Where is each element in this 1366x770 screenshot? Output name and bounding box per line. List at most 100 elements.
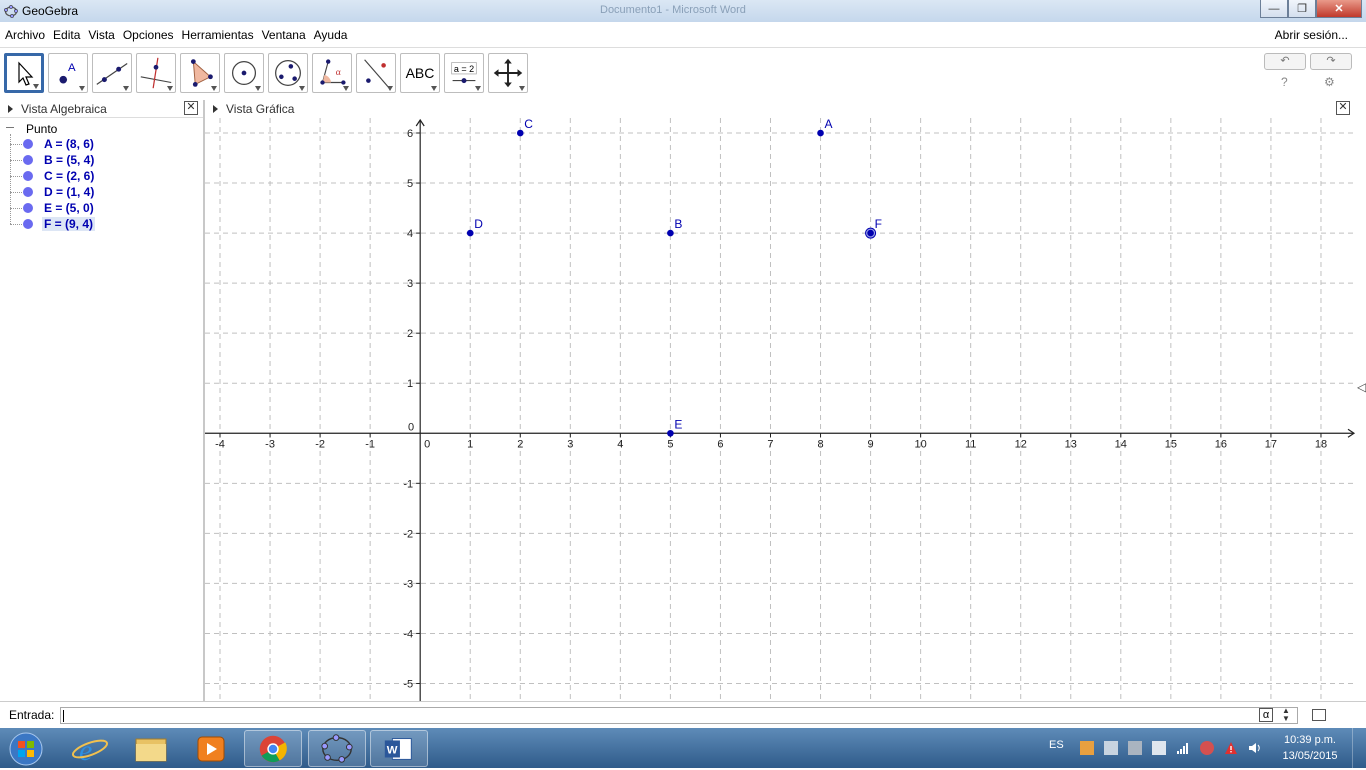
history-updown-icon[interactable]: ▲▼ [1282, 707, 1290, 723]
x-tick-label: 4 [617, 438, 623, 450]
settings-gear-icon[interactable]: ⚙ [1324, 75, 1335, 89]
toolbar: A α ABC a = 2 ↶ ↷ ? ⚙ [0, 48, 1366, 100]
algebra-item-e[interactable]: E = (5, 0) [10, 201, 94, 215]
visibility-dot-icon[interactable] [23, 219, 33, 229]
show-desktop-button[interactable] [1352, 728, 1366, 768]
collapse-icon[interactable] [6, 127, 14, 128]
tray-network-icon[interactable] [1104, 741, 1118, 755]
svg-text:W: W [387, 745, 398, 757]
menu-ayuda[interactable]: Ayuda [310, 28, 352, 42]
word-icon[interactable]: W [370, 730, 428, 767]
file-explorer-icon[interactable] [122, 730, 180, 767]
point-c[interactable] [517, 130, 524, 137]
x-tick-label: 8 [817, 438, 823, 450]
redo-button[interactable]: ↷ [1310, 53, 1352, 70]
move-tool[interactable] [4, 53, 44, 93]
ellipse-tool[interactable] [268, 53, 308, 93]
point-e[interactable] [667, 430, 674, 437]
y-tick-label: -4 [403, 628, 413, 640]
text-tool[interactable]: ABC [400, 53, 440, 93]
background-window-title: Documento1 - Microsoft Word [600, 4, 746, 16]
tray-app-icon[interactable] [1080, 741, 1094, 755]
graphics-view[interactable]: -4-3-2-101234567891011121314151617186543… [205, 118, 1356, 701]
algebra-view-header: Vista Algebraica ✕ [0, 100, 204, 118]
geogebra-icon[interactable] [308, 730, 366, 767]
signal-icon[interactable] [1176, 741, 1190, 755]
slider-label: a = 2 [445, 64, 483, 74]
angle-tool[interactable]: α [312, 53, 352, 93]
visibility-dot-icon[interactable] [23, 139, 33, 149]
algebra-view-title: Vista Algebraica [21, 102, 107, 116]
tray-display-icon[interactable] [1128, 741, 1142, 755]
x-tick-label: 18 [1315, 438, 1327, 450]
y-tick-label: 6 [407, 128, 413, 140]
close-button[interactable]: ✕ [1316, 0, 1362, 18]
minimize-button[interactable]: — [1260, 0, 1288, 18]
visibility-dot-icon[interactable] [23, 187, 33, 197]
undo-button[interactable]: ↶ [1264, 53, 1306, 70]
menu-bar: Archivo Edita Vista Opciones Herramienta… [0, 22, 1366, 48]
tray-device-icon[interactable] [1152, 741, 1166, 755]
y-tick-label: 2 [407, 328, 413, 340]
y-tick-label: -1 [403, 478, 413, 490]
menu-ventana[interactable]: Ventana [258, 28, 310, 42]
algebra-item-c[interactable]: C = (2, 6) [10, 169, 94, 183]
slider-tool[interactable]: a = 2 [444, 53, 484, 93]
side-panel-arrow-icon[interactable]: ◁ [1357, 380, 1366, 394]
perpendicular-tool[interactable] [136, 53, 176, 93]
keyboard-toggle-icon[interactable] [1312, 709, 1326, 721]
group-label: Punto [26, 122, 57, 136]
menu-herramientas[interactable]: Herramientas [178, 28, 258, 42]
volume-icon[interactable] [1248, 741, 1262, 755]
point-label-d: D [474, 217, 483, 231]
warning-icon[interactable] [1224, 741, 1238, 755]
expand-triangle-icon[interactable] [8, 105, 13, 113]
algebra-view: Punto A = (8, 6) B = (5, 4) C = (2, 6) D… [0, 118, 203, 701]
svg-text:A: A [68, 62, 76, 74]
menu-vista[interactable]: Vista [84, 28, 118, 42]
input-label: Entrada: [9, 708, 54, 722]
y-tick-label: -3 [403, 578, 413, 590]
maximize-button[interactable]: ❐ [1288, 0, 1316, 18]
login-link[interactable]: Abrir sesión... [1275, 28, 1348, 42]
point-d[interactable] [467, 230, 474, 237]
x-tick-label: 7 [767, 438, 773, 450]
reflect-tool[interactable] [356, 53, 396, 93]
visibility-dot-icon[interactable] [23, 155, 33, 165]
clock-date[interactable]: 13/05/2015 [1278, 750, 1342, 762]
x-tick-label: -1 [365, 438, 375, 450]
menu-archivo[interactable]: Archivo [0, 28, 49, 42]
expand-triangle-icon[interactable] [213, 105, 218, 113]
menu-opciones[interactable]: Opciones [119, 28, 178, 42]
clock-time[interactable]: 10:39 p.m. [1278, 734, 1342, 746]
tray-security-icon[interactable] [1200, 741, 1214, 755]
close-graphics-view-button[interactable]: ✕ [1336, 101, 1350, 115]
y-tick-label: 5 [407, 178, 413, 190]
help-button[interactable]: ? [1281, 75, 1288, 89]
redo-icon: ↷ [1326, 55, 1335, 67]
point-b[interactable] [667, 230, 674, 237]
move-view-tool[interactable] [488, 53, 528, 93]
language-indicator[interactable]: ES [1049, 739, 1064, 751]
point-a[interactable] [817, 130, 824, 137]
point-tool[interactable]: A [48, 53, 88, 93]
algebra-item-a[interactable]: A = (8, 6) [10, 137, 94, 151]
line-tool[interactable] [92, 53, 132, 93]
algebra-item-b[interactable]: B = (5, 4) [10, 153, 94, 167]
algebra-item-f[interactable]: F = (9, 4) [10, 217, 95, 231]
chrome-icon[interactable] [244, 730, 302, 767]
media-player-icon[interactable] [182, 730, 240, 767]
internet-explorer-icon[interactable]: e [62, 730, 120, 767]
start-orb-icon[interactable] [4, 729, 44, 767]
close-algebra-view-button[interactable]: ✕ [184, 101, 198, 115]
visibility-dot-icon[interactable] [23, 203, 33, 213]
visibility-dot-icon[interactable] [23, 171, 33, 181]
coordinate-plane[interactable]: -4-3-2-101234567891011121314151617186543… [205, 118, 1356, 701]
menu-edita[interactable]: Edita [49, 28, 84, 42]
alpha-symbols-button[interactable]: α [1259, 708, 1273, 722]
polygon-tool[interactable] [180, 53, 220, 93]
algebra-item-d[interactable]: D = (1, 4) [10, 185, 94, 199]
input-field[interactable] [60, 707, 1298, 724]
circle-tool[interactable] [224, 53, 264, 93]
point-f[interactable] [867, 230, 874, 237]
